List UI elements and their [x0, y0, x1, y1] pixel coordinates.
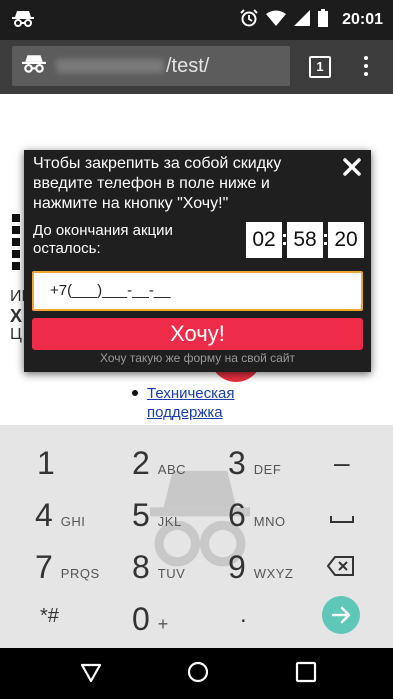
- arrow-right-icon: [331, 606, 351, 624]
- key-star-hash[interactable]: *#: [40, 605, 59, 628]
- key-letters: GHI: [60, 514, 86, 529]
- logo-square: [12, 238, 20, 246]
- key-digit: *#: [40, 605, 59, 627]
- system-nav-bar: [0, 648, 393, 699]
- discount-popup: Чтобы закрепить за собой скидку введите …: [24, 150, 371, 372]
- cellular-signal-icon: [294, 9, 311, 31]
- key-period[interactable]: .: [240, 601, 247, 629]
- tab-switcher-button[interactable]: 1: [309, 56, 331, 78]
- support-link[interactable]: Техническая поддержка: [147, 385, 235, 421]
- logo-square: [12, 250, 20, 258]
- status-bar: 20:01: [0, 0, 393, 40]
- submit-button[interactable]: Хочу!: [32, 318, 363, 350]
- key-9[interactable]: 9 WXYZ: [228, 549, 293, 586]
- page-text-fragment: Ц: [10, 326, 22, 343]
- key-4[interactable]: 4 GHI: [35, 497, 85, 534]
- go-button[interactable]: [322, 596, 360, 634]
- address-bar[interactable]: /test/: [12, 46, 290, 86]
- alarm-icon: [240, 8, 258, 32]
- key-digit: 8: [132, 549, 150, 585]
- key-digit: 1: [37, 445, 55, 481]
- timer-seconds: 20: [328, 222, 364, 258]
- key-letters: PRQS: [60, 566, 100, 581]
- incognito-icon: [22, 54, 46, 78]
- overflow-menu-icon[interactable]: [360, 56, 372, 80]
- key-digit: 0: [132, 601, 150, 637]
- key-digit: 7: [35, 549, 53, 585]
- incognito-icon: [12, 11, 34, 32]
- key-minus[interactable]: –: [334, 447, 350, 479]
- close-icon[interactable]: [342, 157, 362, 177]
- key-5[interactable]: 5 JKL: [132, 497, 182, 534]
- timer-minutes: 58: [287, 222, 323, 258]
- timer-hours: 02: [246, 222, 282, 258]
- key-digit: 2: [132, 445, 150, 481]
- key-letters: ABC: [157, 462, 187, 477]
- browser-toolbar: /test/ 1: [0, 40, 393, 94]
- key-7[interactable]: 7 PRQS: [35, 549, 100, 586]
- key-letters: WXYZ: [253, 566, 294, 581]
- key-letters: TUV: [157, 566, 186, 581]
- recents-icon[interactable]: [295, 661, 317, 688]
- page-text-fragment: Х: [10, 306, 23, 326]
- key-digit: 3: [228, 445, 246, 481]
- clock: 20:01: [342, 11, 383, 28]
- key-letters: JKL: [157, 514, 182, 529]
- key-digit: 9: [228, 549, 246, 585]
- key-3[interactable]: 3 DEF: [228, 445, 281, 482]
- key-letters: +: [157, 614, 169, 634]
- space-key-icon[interactable]: [330, 511, 354, 529]
- key-2[interactable]: 2 ABC: [132, 445, 186, 482]
- timer-separator: [282, 222, 287, 258]
- list-item: Техническая поддержка: [130, 384, 235, 422]
- key-1[interactable]: 1: [37, 445, 55, 482]
- home-icon[interactable]: [187, 661, 209, 688]
- key-digit: 4: [35, 497, 53, 533]
- key-digit: 5: [132, 497, 150, 533]
- url-domain-redacted: [56, 59, 164, 73]
- page-link-list: Техническая поддержка: [130, 384, 235, 422]
- key-digit: .: [240, 601, 247, 628]
- countdown-timer: 02 58 20: [246, 222, 364, 258]
- back-icon[interactable]: [80, 661, 102, 688]
- key-0[interactable]: 0 +: [132, 601, 169, 638]
- key-digit: 6: [228, 497, 246, 533]
- get-form-link[interactable]: Хочу такую же форму на свой сайт: [24, 351, 371, 365]
- logo-square: [12, 226, 20, 234]
- logo-square: [12, 214, 20, 222]
- key-6[interactable]: 6 MNO: [228, 497, 286, 534]
- key-letters: DEF: [253, 462, 282, 477]
- backspace-icon[interactable]: [326, 556, 355, 581]
- timer-label: До окончания акции осталось:: [33, 222, 173, 257]
- popup-message: Чтобы закрепить за собой скидку введите …: [33, 155, 282, 212]
- timer-separator: [323, 222, 328, 258]
- battery-icon: [318, 8, 329, 32]
- key-letters: MNO: [253, 514, 286, 529]
- logo-square: [12, 262, 20, 270]
- url-path: /test/: [166, 54, 210, 77]
- wifi-icon: [266, 10, 287, 31]
- phone-field[interactable]: +7(___)___-__-__: [32, 271, 363, 311]
- key-8[interactable]: 8 TUV: [132, 549, 185, 586]
- numeric-keyboard: 1 2 ABC 3 DEF – 4 GHI 5 JKL 6 MNO 7 PRQS…: [0, 425, 393, 648]
